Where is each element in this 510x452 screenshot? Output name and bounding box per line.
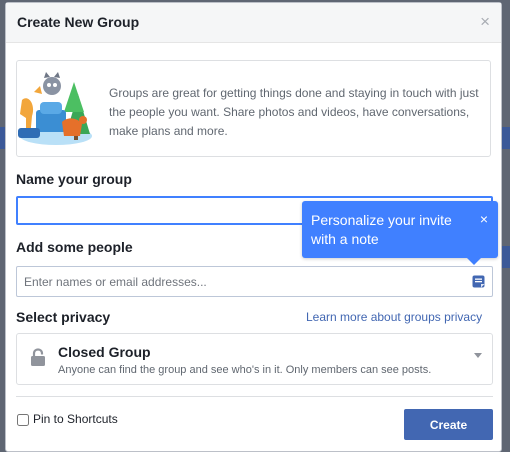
- create-button[interactable]: Create: [404, 409, 493, 440]
- note-icon[interactable]: [472, 275, 485, 288]
- privacy-option-description: Anyone can find the group and see who's …: [58, 364, 432, 376]
- tooltip-text: Personalize your invite with a note: [311, 212, 452, 247]
- background-strip-right: [502, 127, 510, 149]
- intro-description: Groups are great for getting things done…: [109, 86, 479, 138]
- chevron-down-icon: [474, 353, 482, 358]
- privacy-option-title: Closed Group: [58, 344, 151, 360]
- select-privacy-label: Select privacy: [16, 309, 111, 325]
- name-group-label: Name your group: [16, 171, 132, 187]
- privacy-selector[interactable]: Closed Group Anyone can find the group a…: [16, 333, 493, 385]
- lock-icon: [31, 348, 45, 366]
- pin-to-shortcuts-checkbox[interactable]: [17, 414, 29, 426]
- create-group-dialog: Create New Group × Groups are great for …: [5, 2, 502, 452]
- intro-banner: Groups are great for getting things done…: [16, 60, 491, 157]
- pin-to-shortcuts-label: Pin to Shortcuts: [33, 412, 118, 426]
- groups-privacy-link[interactable]: Learn more about groups privacy: [306, 310, 482, 324]
- invite-note-tooltip: Personalize your invite with a note ×: [302, 201, 498, 265]
- add-people-label: Add some people: [16, 239, 133, 255]
- groups-illustration: [18, 72, 92, 145]
- footer-divider: [16, 396, 493, 397]
- close-icon[interactable]: ×: [480, 13, 490, 30]
- dialog-header: Create New Group ×: [6, 3, 501, 43]
- dialog-title: Create New Group: [17, 14, 140, 30]
- add-people-input[interactable]: [16, 266, 493, 297]
- tooltip-arrow: [467, 258, 481, 265]
- tooltip-close-icon[interactable]: ×: [480, 212, 488, 226]
- background-strip-right-lower: [502, 246, 510, 268]
